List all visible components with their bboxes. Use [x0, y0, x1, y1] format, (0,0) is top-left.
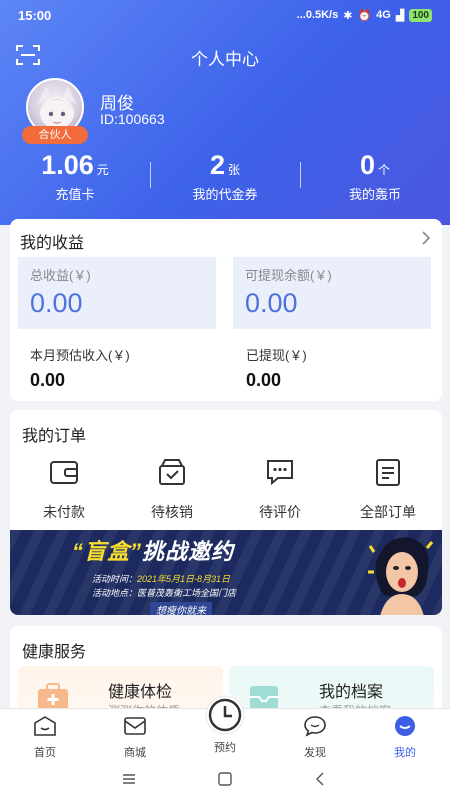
order-label: 全部订单: [360, 504, 416, 520]
order-label: 待核销: [151, 504, 193, 520]
health-title: 健康服务: [22, 644, 87, 661]
bottom-tab-bar: 首页 商城 预约 发现 我的: [0, 695, 450, 759]
status-icons: ...0.5K/s ✱ ⏰ 4G ▟ 100: [296, 8, 432, 22]
order-label: 待评价: [259, 504, 301, 520]
profile-icon: [395, 716, 415, 736]
stat-label: 充值卡: [55, 187, 95, 202]
tab-home[interactable]: 首页: [0, 709, 90, 759]
promo-banner[interactable]: “盲盒”挑战邀约 活动时间：2021年5月1日-8月31日 活动地点：医普茂轰衡…: [10, 530, 442, 615]
avatar[interactable]: 合伙人: [22, 78, 88, 144]
orders-title: 我的订单: [22, 428, 87, 445]
tab-shop[interactable]: 商城: [90, 709, 180, 759]
withdrawable-box: 可提现余额(￥) 0.00: [233, 257, 431, 329]
home-icon: [34, 716, 56, 736]
banner-title-rest: 挑战邀约: [142, 539, 235, 564]
tab-discover[interactable]: 发现: [270, 709, 360, 759]
stat-value: 2: [209, 150, 225, 180]
mail-shop-icon: [124, 717, 146, 735]
status-bar: 15:00 ...0.5K/s ✱ ⏰ 4G ▟ 100: [0, 0, 450, 30]
tab-label: 预约: [214, 742, 236, 754]
monthly-estimate-label: 本月预估收入(￥): [30, 348, 130, 363]
home-square-icon[interactable]: [217, 771, 233, 787]
withdrawn-value: 0.00: [246, 370, 282, 390]
banner-event-place: 活动地点：医普茂轰衡工场全国门店: [92, 586, 236, 599]
top-bar: 个人中心: [0, 40, 450, 72]
signal-icon: ▟: [395, 9, 405, 22]
banner-place-label: 活动地点：: [92, 588, 138, 598]
order-all[interactable]: 全部订单: [334, 452, 442, 522]
banner-woman-illustration: [368, 537, 434, 615]
banner-slogan: 想瘦你就来: [150, 602, 212, 615]
banner-title-highlight: “盲盒”: [72, 539, 143, 564]
banner-title: “盲盒”挑战邀约: [72, 534, 234, 566]
status-time: 15:00: [18, 7, 52, 23]
stat-unit: 张: [228, 163, 241, 177]
battery-icon: 100: [409, 8, 432, 22]
tab-booking[interactable]: 预约: [180, 695, 270, 758]
clock-icon: [205, 695, 245, 735]
back-icon[interactable]: [313, 771, 329, 787]
stat-label: 我的代金券: [192, 187, 258, 202]
stat-coins[interactable]: 0个 我的轰币: [300, 150, 450, 210]
order-list-icon: [376, 459, 400, 486]
order-to-verify[interactable]: 待核销: [118, 452, 226, 522]
total-earnings-label: 总收益(￥): [30, 268, 91, 283]
stat-label: 我的轰币: [348, 187, 401, 202]
stat-unit: 元: [96, 163, 109, 177]
page-title: 个人中心: [191, 50, 259, 69]
withdrawable-value: 0.00: [245, 288, 298, 318]
stat-value: 0: [359, 150, 375, 180]
network-speed: ...0.5K/s: [296, 9, 339, 21]
withdrawn-label: 已提现(￥): [246, 348, 307, 363]
system-nav-bar: [0, 758, 450, 800]
order-to-review[interactable]: 待评价: [226, 452, 334, 522]
battery-level: 100: [412, 9, 429, 21]
stat-recharge-card[interactable]: 1.06 元 充值卡: [0, 150, 150, 210]
health-checkup-title: 健康体检: [108, 684, 173, 701]
banner-event-time: 活动时间：2021年5月1日-8月31日: [92, 572, 230, 585]
order-unpaid[interactable]: 未付款: [10, 452, 118, 522]
box-check-icon: [159, 459, 185, 485]
stat-vouchers[interactable]: 2张 我的代金券: [150, 150, 300, 210]
tab-mine[interactable]: 我的: [360, 709, 450, 759]
chat-bubble-icon: [304, 716, 326, 737]
monthly-estimate-value: 0.00: [30, 370, 66, 390]
signal-label: 4G: [376, 9, 391, 21]
wallet-icon: [50, 461, 78, 484]
total-earnings-box: 总收益(￥) 0.00: [18, 257, 216, 329]
partner-badge: 合伙人: [22, 126, 88, 144]
bluetooth-icon: ✱: [343, 9, 353, 22]
order-label: 未付款: [43, 504, 85, 520]
banner-place-value: 医普茂轰衡工场全国门店: [137, 588, 237, 598]
menu-icon[interactable]: [121, 771, 137, 787]
banner-time-label: 活动时间：: [92, 574, 138, 584]
order-status-list: 未付款 待核销 待评价 全部订单: [10, 452, 442, 522]
stats-row: 1.06 元 充值卡 2张 我的代金券 0个 我的轰币: [0, 150, 450, 210]
withdrawable-label: 可提现余额(￥): [245, 268, 332, 283]
alarm-icon: ⏰: [357, 9, 372, 22]
comment-icon: [267, 460, 293, 486]
total-earnings-value: 0.00: [30, 288, 83, 318]
orders-card: 我的订单 未付款 待核销 待评价 全部订单 “盲盒”挑战邀约 活动时间：2021…: [10, 410, 442, 615]
my-archive-title: 我的档案: [319, 684, 384, 701]
stat-unit: 个: [378, 163, 391, 177]
earnings-card[interactable]: 我的收益 总收益(￥) 0.00 可提现余额(￥) 0.00 本月预估收入(￥)…: [10, 219, 442, 401]
earnings-title: 我的收益: [20, 235, 85, 252]
banner-time-value: 2021年5月1日-8月31日: [137, 574, 231, 584]
chevron-right-icon[interactable]: [420, 231, 432, 245]
stat-value: 1.06: [41, 150, 94, 180]
user-id: ID:100663: [100, 111, 165, 127]
